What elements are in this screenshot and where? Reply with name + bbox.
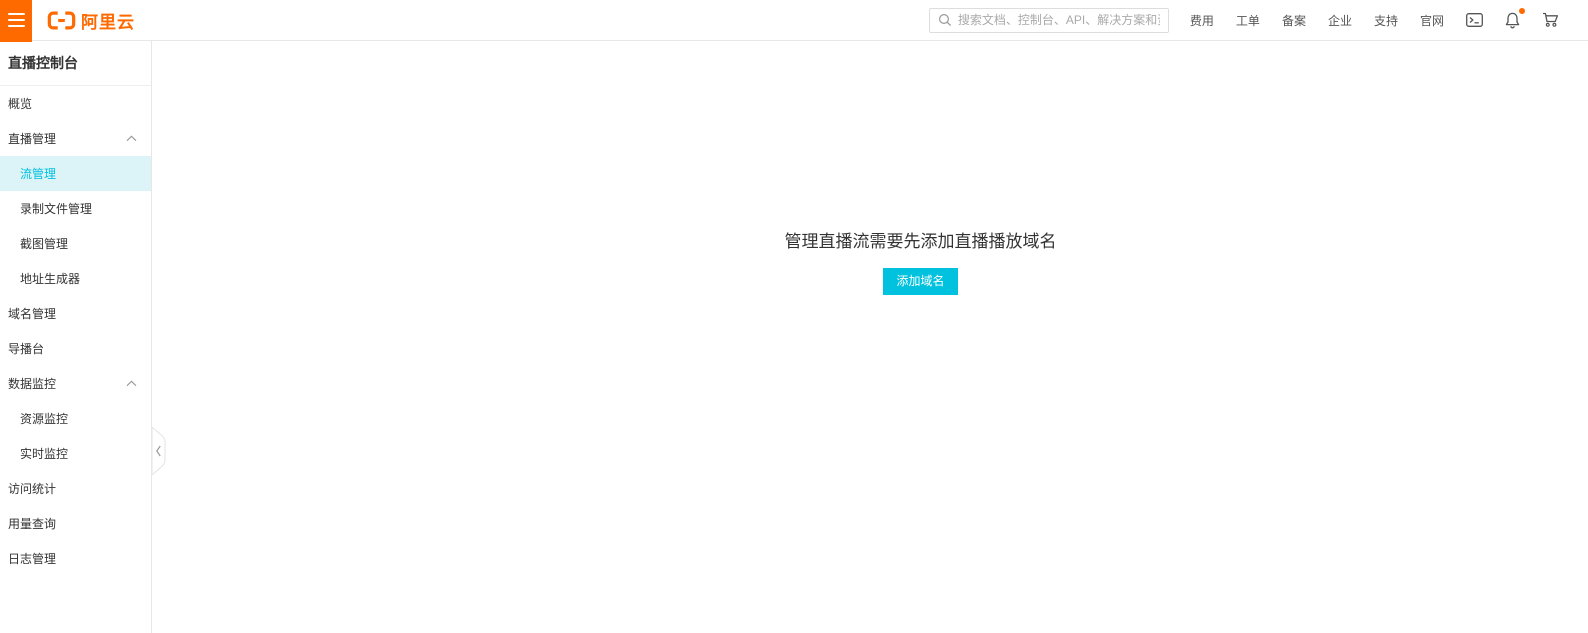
terminal-console-button[interactable] [1455,13,1494,27]
sidebar-item-overview[interactable]: 概览 [0,86,151,121]
sidebar-item-url-generator[interactable]: 地址生成器 [0,261,151,296]
sidebar-item-production-studio[interactable]: 导播台 [0,331,151,366]
notification-dot [1519,8,1525,14]
nav-icp-filing[interactable]: 备案 [1271,12,1317,29]
sidebar: 直播控制台 概览直播管理流管理录制文件管理截图管理地址生成器域名管理导播台数据监… [0,41,152,633]
search-icon [938,13,952,27]
sidebar-item-label: 概览 [8,95,32,112]
sidebar-item-label: 用量查询 [8,515,56,532]
nav-official-site[interactable]: 官网 [1409,12,1455,29]
sidebar-item-label: 地址生成器 [20,270,80,287]
add-domain-button[interactable]: 添加域名 [883,268,957,295]
sidebar-item-label: 数据监控 [8,375,56,392]
header-nav: 费用工单备案企业支持官网 [1179,12,1455,29]
sidebar-item-label: 流管理 [20,165,56,182]
empty-state-message: 管理直播流需要先添加直播播放域名 [253,227,1588,252]
logo-text: 阿里云 [81,8,135,33]
sidebar-item-label: 导播台 [8,340,44,357]
hamburger-menu-icon[interactable] [0,0,32,42]
nav-tickets[interactable]: 工单 [1225,12,1271,29]
alibaba-cloud-logo[interactable]: 阿里云 [47,8,135,33]
notifications-button[interactable] [1494,12,1531,29]
sidebar-item-domain-management[interactable]: 域名管理 [0,296,151,331]
sidebar-item-resource-monitoring[interactable]: 资源监控 [0,401,151,436]
sidebar-item-label: 访问统计 [8,480,56,497]
search-input[interactable] [958,13,1160,27]
sidebar-item-usage-query[interactable]: 用量查询 [0,506,151,541]
sidebar-item-recording-file-management[interactable]: 录制文件管理 [0,191,151,226]
sidebar-item-snapshot-management[interactable]: 截图管理 [0,226,151,261]
sidebar-item-live-management[interactable]: 直播管理 [0,121,151,156]
nav-expenses[interactable]: 费用 [1179,12,1225,29]
sidebar-item-label: 日志管理 [8,550,56,567]
terminal-icon [1466,13,1483,27]
empty-state: 管理直播流需要先添加直播播放域名 添加域名 [153,41,1588,295]
alibaba-cloud-logo-icon [47,11,76,30]
sidebar-item-label: 录制文件管理 [20,200,92,217]
nav-enterprise[interactable]: 企业 [1317,12,1363,29]
sidebar-item-data-monitoring[interactable]: 数据监控 [0,366,151,401]
chevron-up-icon [126,380,137,387]
sidebar-menu: 概览直播管理流管理录制文件管理截图管理地址生成器域名管理导播台数据监控资源监控实… [0,86,151,576]
top-header: 阿里云 费用工单备案企业支持官网 [0,0,1588,41]
sidebar-collapse-handle[interactable] [152,427,168,475]
sidebar-item-label: 实时监控 [20,445,68,462]
chevron-up-icon [126,135,137,142]
sidebar-item-label: 域名管理 [8,305,56,322]
global-search[interactable] [929,8,1169,33]
sidebar-item-realtime-monitoring[interactable]: 实时监控 [0,436,151,471]
sidebar-item-access-statistics[interactable]: 访问统计 [0,471,151,506]
main-content: 管理直播流需要先添加直播播放域名 添加域名 [153,41,1588,633]
cart-button[interactable] [1531,12,1570,28]
sidebar-item-label: 直播管理 [8,130,56,147]
sidebar-item-stream-management[interactable]: 流管理 [0,156,151,191]
bell-icon [1505,12,1520,29]
cart-icon [1542,12,1559,28]
sidebar-title: 直播控制台 [0,41,151,86]
sidebar-item-label: 截图管理 [20,235,68,252]
sidebar-item-log-management[interactable]: 日志管理 [0,541,151,576]
nav-support[interactable]: 支持 [1363,12,1409,29]
sidebar-item-label: 资源监控 [20,410,68,427]
